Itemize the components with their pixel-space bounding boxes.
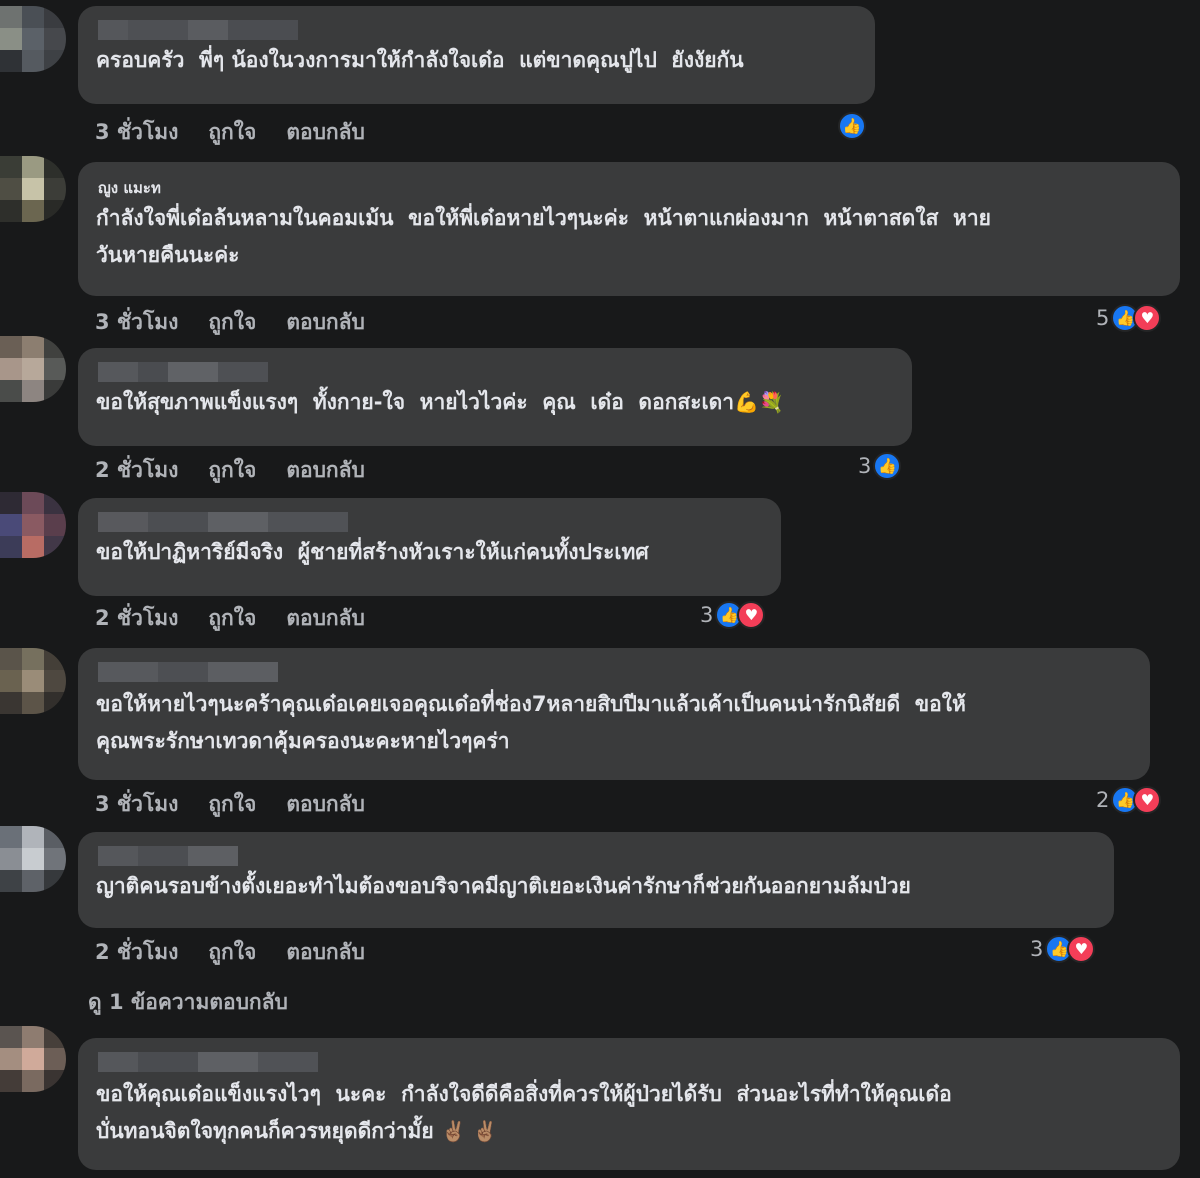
author-name[interactable]: ญูง แมะท xyxy=(98,176,1164,200)
emoji: 💪💐 xyxy=(734,390,784,414)
avatar[interactable] xyxy=(0,336,66,402)
reaction-summary[interactable]: 3 👍 xyxy=(858,452,902,480)
comment-bubble: ญาติคนรอบข้างตั้งเยอะทำไมต้องขอบริจาคมีญ… xyxy=(78,832,1114,928)
comment-text-body: ขอให้คุณเด๋อแข็งแรงไวๆ นะคะ กำลังใจดีดีค… xyxy=(96,1082,952,1143)
reaction-summary[interactable]: 👍 xyxy=(838,112,866,140)
emoji: ✌🏽 ✌🏽 xyxy=(440,1119,498,1143)
reply-link[interactable]: ตอบกลับ xyxy=(286,788,365,821)
reaction-summary[interactable]: 3 👍 ♥ xyxy=(1030,935,1096,963)
like-link[interactable]: ถูกใจ xyxy=(208,936,256,969)
reaction-count: 3 xyxy=(1030,937,1044,961)
comment-time[interactable]: 3 ชั่วโมง xyxy=(95,788,178,821)
avatar[interactable] xyxy=(0,6,66,72)
blurred-author-name[interactable] xyxy=(98,362,896,382)
avatar[interactable] xyxy=(0,156,66,222)
thumbs-up-icon: 👍 xyxy=(873,452,902,480)
reaction-count: 5 xyxy=(1096,306,1110,330)
heart-icon: ♥ xyxy=(1067,935,1096,963)
like-link[interactable]: ถูกใจ xyxy=(208,306,256,339)
reaction-count: 3 xyxy=(858,454,872,478)
reaction-summary[interactable]: 3 👍 ♥ xyxy=(700,601,766,629)
reply-link[interactable]: ตอบกลับ xyxy=(286,116,365,149)
comment-actions: 2 ชั่วโมง ถูกใจ ตอบกลับ xyxy=(95,454,365,487)
comment-text: กำลังใจพี่เด๋อล้นหลามในคอมเม้น ขอให้พี่เ… xyxy=(96,206,991,267)
blurred-author-name[interactable] xyxy=(98,846,1098,866)
avatar[interactable] xyxy=(0,492,66,558)
blurred-author-name[interactable] xyxy=(98,512,765,532)
comment-bubble: ขอให้คุณเด๋อแข็งแรงไวๆ นะคะ กำลังใจดีดีค… xyxy=(78,1038,1180,1170)
comment-actions: 3 ชั่วโมง ถูกใจ ตอบกลับ xyxy=(95,116,365,149)
blurred-author-name[interactable] xyxy=(98,1052,1164,1072)
thumbs-up-icon: 👍 xyxy=(838,112,866,140)
comment-time[interactable]: 2 ชั่วโมง xyxy=(95,936,178,969)
comment-text: ขอให้หายไวๆนะคร้าคุณเด๋อเคยเจอคุณเด๋อที่… xyxy=(96,692,966,753)
comment-text: ครอบครัว พี่ๆ น้องในวงการมาให้กำลังใจเด๋… xyxy=(96,48,744,72)
blurred-author-name[interactable] xyxy=(98,662,1134,682)
heart-icon: ♥ xyxy=(1133,786,1162,814)
view-replies-link[interactable]: ดู 1 ข้อความตอบกลับ xyxy=(88,986,288,1019)
reply-link[interactable]: ตอบกลับ xyxy=(286,602,365,635)
comment-actions: 2 ชั่วโมง ถูกใจ ตอบกลับ xyxy=(95,602,365,635)
comment-bubble: ขอให้ปาฏิหาริย์มีจริง ผู้ชายที่สร้างหัวเ… xyxy=(78,498,781,596)
author-name-text: ญูง แมะท xyxy=(98,179,161,197)
comment-bubble: ขอให้สุขภาพแข็งแรงๆ ทั้งกาย-ใจ หายไวไวค่… xyxy=(78,348,912,446)
like-link[interactable]: ถูกใจ xyxy=(208,116,256,149)
blurred-author-name[interactable] xyxy=(98,20,859,40)
reaction-count: 3 xyxy=(700,603,714,627)
comment-text-body: ขอให้สุขภาพแข็งแรงๆ ทั้งกาย-ใจ หายไวไวค่… xyxy=(96,390,735,414)
comment-time[interactable]: 2 ชั่วโมง xyxy=(95,454,178,487)
reply-link[interactable]: ตอบกลับ xyxy=(286,306,365,339)
comment-time[interactable]: 2 ชั่วโมง xyxy=(95,602,178,635)
avatar[interactable] xyxy=(0,826,66,892)
comment-text: ขอให้คุณเด๋อแข็งแรงไวๆ นะคะ กำลังใจดีดีค… xyxy=(94,1076,1164,1150)
comment-time[interactable]: 3 ชั่วโมง xyxy=(95,116,178,149)
comment-bubble: ขอให้หายไวๆนะคร้าคุณเด๋อเคยเจอคุณเด๋อที่… xyxy=(78,648,1150,780)
comment-actions: 2 ชั่วโมง ถูกใจ ตอบกลับ xyxy=(95,936,365,969)
reply-link[interactable]: ตอบกลับ xyxy=(286,936,365,969)
comment-text: ญาติคนรอบข้างตั้งเยอะทำไมต้องขอบริจาคมีญ… xyxy=(96,874,911,898)
comment-text: ขอให้สุขภาพแข็งแรงๆ ทั้งกาย-ใจ หายไวไวค่… xyxy=(94,384,896,421)
like-link[interactable]: ถูกใจ xyxy=(208,602,256,635)
comment-bubble: ญูง แมะท กำลังใจพี่เด๋อล้นหลามในคอมเม้น … xyxy=(78,162,1180,296)
heart-icon: ♥ xyxy=(737,601,766,629)
heart-icon: ♥ xyxy=(1133,304,1162,332)
reaction-count: 2 xyxy=(1096,788,1110,812)
comment-actions: 3 ชั่วโมง ถูกใจ ตอบกลับ xyxy=(95,306,365,339)
avatar[interactable] xyxy=(0,648,66,714)
comment-actions: 3 ชั่วโมง ถูกใจ ตอบกลับ xyxy=(95,788,365,821)
like-link[interactable]: ถูกใจ xyxy=(208,454,256,487)
reaction-summary[interactable]: 2 👍 ♥ xyxy=(1096,786,1162,814)
like-link[interactable]: ถูกใจ xyxy=(208,788,256,821)
avatar[interactable] xyxy=(0,1026,66,1092)
reaction-summary[interactable]: 5 👍 ♥ xyxy=(1096,304,1162,332)
comment-time[interactable]: 3 ชั่วโมง xyxy=(95,306,178,339)
comment-bubble: ครอบครัว พี่ๆ น้องในวงการมาให้กำลังใจเด๋… xyxy=(78,6,875,104)
reply-link[interactable]: ตอบกลับ xyxy=(286,454,365,487)
comment-text: ขอให้ปาฏิหาริย์มีจริง ผู้ชายที่สร้างหัวเ… xyxy=(96,540,649,564)
